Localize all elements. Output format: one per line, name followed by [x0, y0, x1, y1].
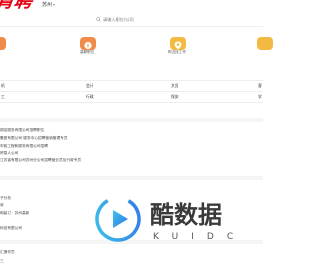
position-list-item[interactable]: 科技有限公司 — [0, 226, 22, 231]
search-input[interactable]: 请输入职位/公司 — [103, 17, 134, 23]
company-list-item[interactable]: 市政工程和服务有限公司招聘 — [0, 144, 48, 149]
watermark-subtitle: KUIDC — [153, 232, 247, 242]
company-list-item[interactable]: 贸易人公司 — [0, 151, 18, 156]
category-item[interactable]: 会计 — [86, 83, 94, 88]
shortcut-label-nearby: 附近找工作 — [168, 50, 186, 54]
section-gap — [0, 176, 263, 180]
category-item[interactable]: 机 — [1, 83, 5, 88]
shortcut-tile-0[interactable] — [0, 37, 6, 50]
site-logo[interactable]: 肯聘 — [0, 0, 34, 12]
play-logo-icon — [95, 196, 141, 242]
position-list-item[interactable]: 和装订 · 苏州高新 — [0, 211, 29, 216]
watermark-title: 酷数据 — [150, 201, 222, 229]
section-gap — [0, 118, 263, 122]
category-item[interactable]: 文员 — [171, 83, 179, 88]
category-item[interactable]: 工 — [1, 94, 5, 99]
category-divider — [0, 102, 263, 103]
category-item[interactable]: 学 — [258, 94, 262, 99]
category-item[interactable]: 保安 — [171, 94, 179, 99]
search-icon — [96, 17, 101, 22]
shortcut-tile-3[interactable] — [257, 37, 273, 50]
svg-text:¥: ¥ — [86, 43, 89, 49]
shortcut-label-high-salary: 高薪职位 — [80, 50, 95, 54]
recent-list-item[interactable]: 三 — [0, 259, 4, 264]
category-item[interactable]: 行政 — [86, 94, 94, 99]
shortcut-tile-high-salary[interactable]: ¥ — [80, 37, 96, 50]
header-divider — [0, 26, 263, 27]
company-list-item[interactable]: 江苏省有限公司苏州分公司招聘营业员及行政专员 — [0, 158, 81, 163]
company-list-item[interactable]: 锦佳服务有限公司招聘职位 — [0, 128, 44, 133]
recent-list-item[interactable]: 汇操作员 — [0, 250, 15, 255]
category-item[interactable]: 客 — [258, 83, 262, 88]
shortcut-tile-nearby[interactable] — [170, 37, 186, 50]
category-divider — [0, 91, 263, 92]
city-selector[interactable]: 苏州▾ — [42, 2, 55, 8]
position-list-item[interactable]: 收 — [0, 203, 4, 208]
category-divider — [0, 80, 263, 81]
company-list-item[interactable]: 集团有限公司·服务中心招聘营销管理专员 — [0, 136, 68, 141]
city-label: 苏州 — [42, 2, 53, 8]
chevron-down-icon: ▾ — [53, 2, 56, 7]
position-list-item[interactable]: 子分析 — [0, 196, 11, 201]
